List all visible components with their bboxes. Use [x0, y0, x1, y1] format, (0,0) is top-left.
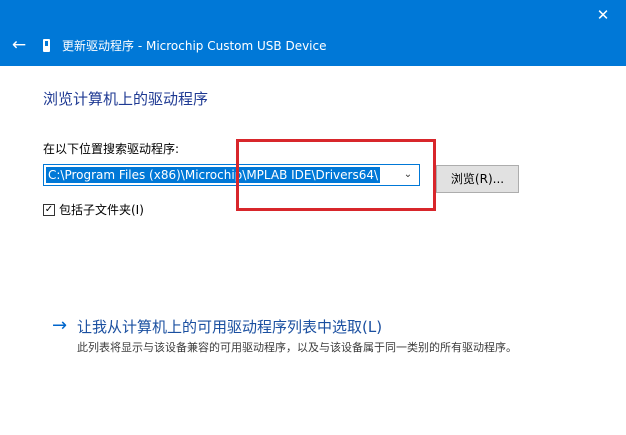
- search-location-label: 在以下位置搜索驱动程序:: [43, 142, 180, 156]
- arrow-right-icon[interactable]: →: [52, 315, 67, 337]
- dialog-content: [4, 66, 618, 435]
- red-highlight-box: [236, 139, 436, 211]
- close-icon[interactable]: ✕: [594, 6, 612, 24]
- browse-button[interactable]: 浏览(R)...: [436, 165, 519, 193]
- include-subfolders-label[interactable]: 包括子文件夹(I): [59, 202, 144, 218]
- pick-driver-list-link[interactable]: 让我从计算机上的可用驱动程序列表中选取(L): [77, 316, 382, 337]
- page-heading: 浏览计算机上的驱动程序: [43, 90, 209, 108]
- pick-driver-list-description: 此列表将显示与该设备兼容的可用驱动程序，以及与该设备属于同一类别的所有驱动程序。: [77, 341, 517, 354]
- back-arrow-icon[interactable]: ←: [10, 36, 28, 54]
- include-subfolders-checkbox[interactable]: ✓: [43, 204, 55, 216]
- usb-device-icon: [43, 39, 50, 52]
- window-title: 更新驱动程序 - Microchip Custom USB Device: [62, 39, 327, 53]
- title-bar: ✕ ← 更新驱动程序 - Microchip Custom USB Device: [0, 0, 626, 66]
